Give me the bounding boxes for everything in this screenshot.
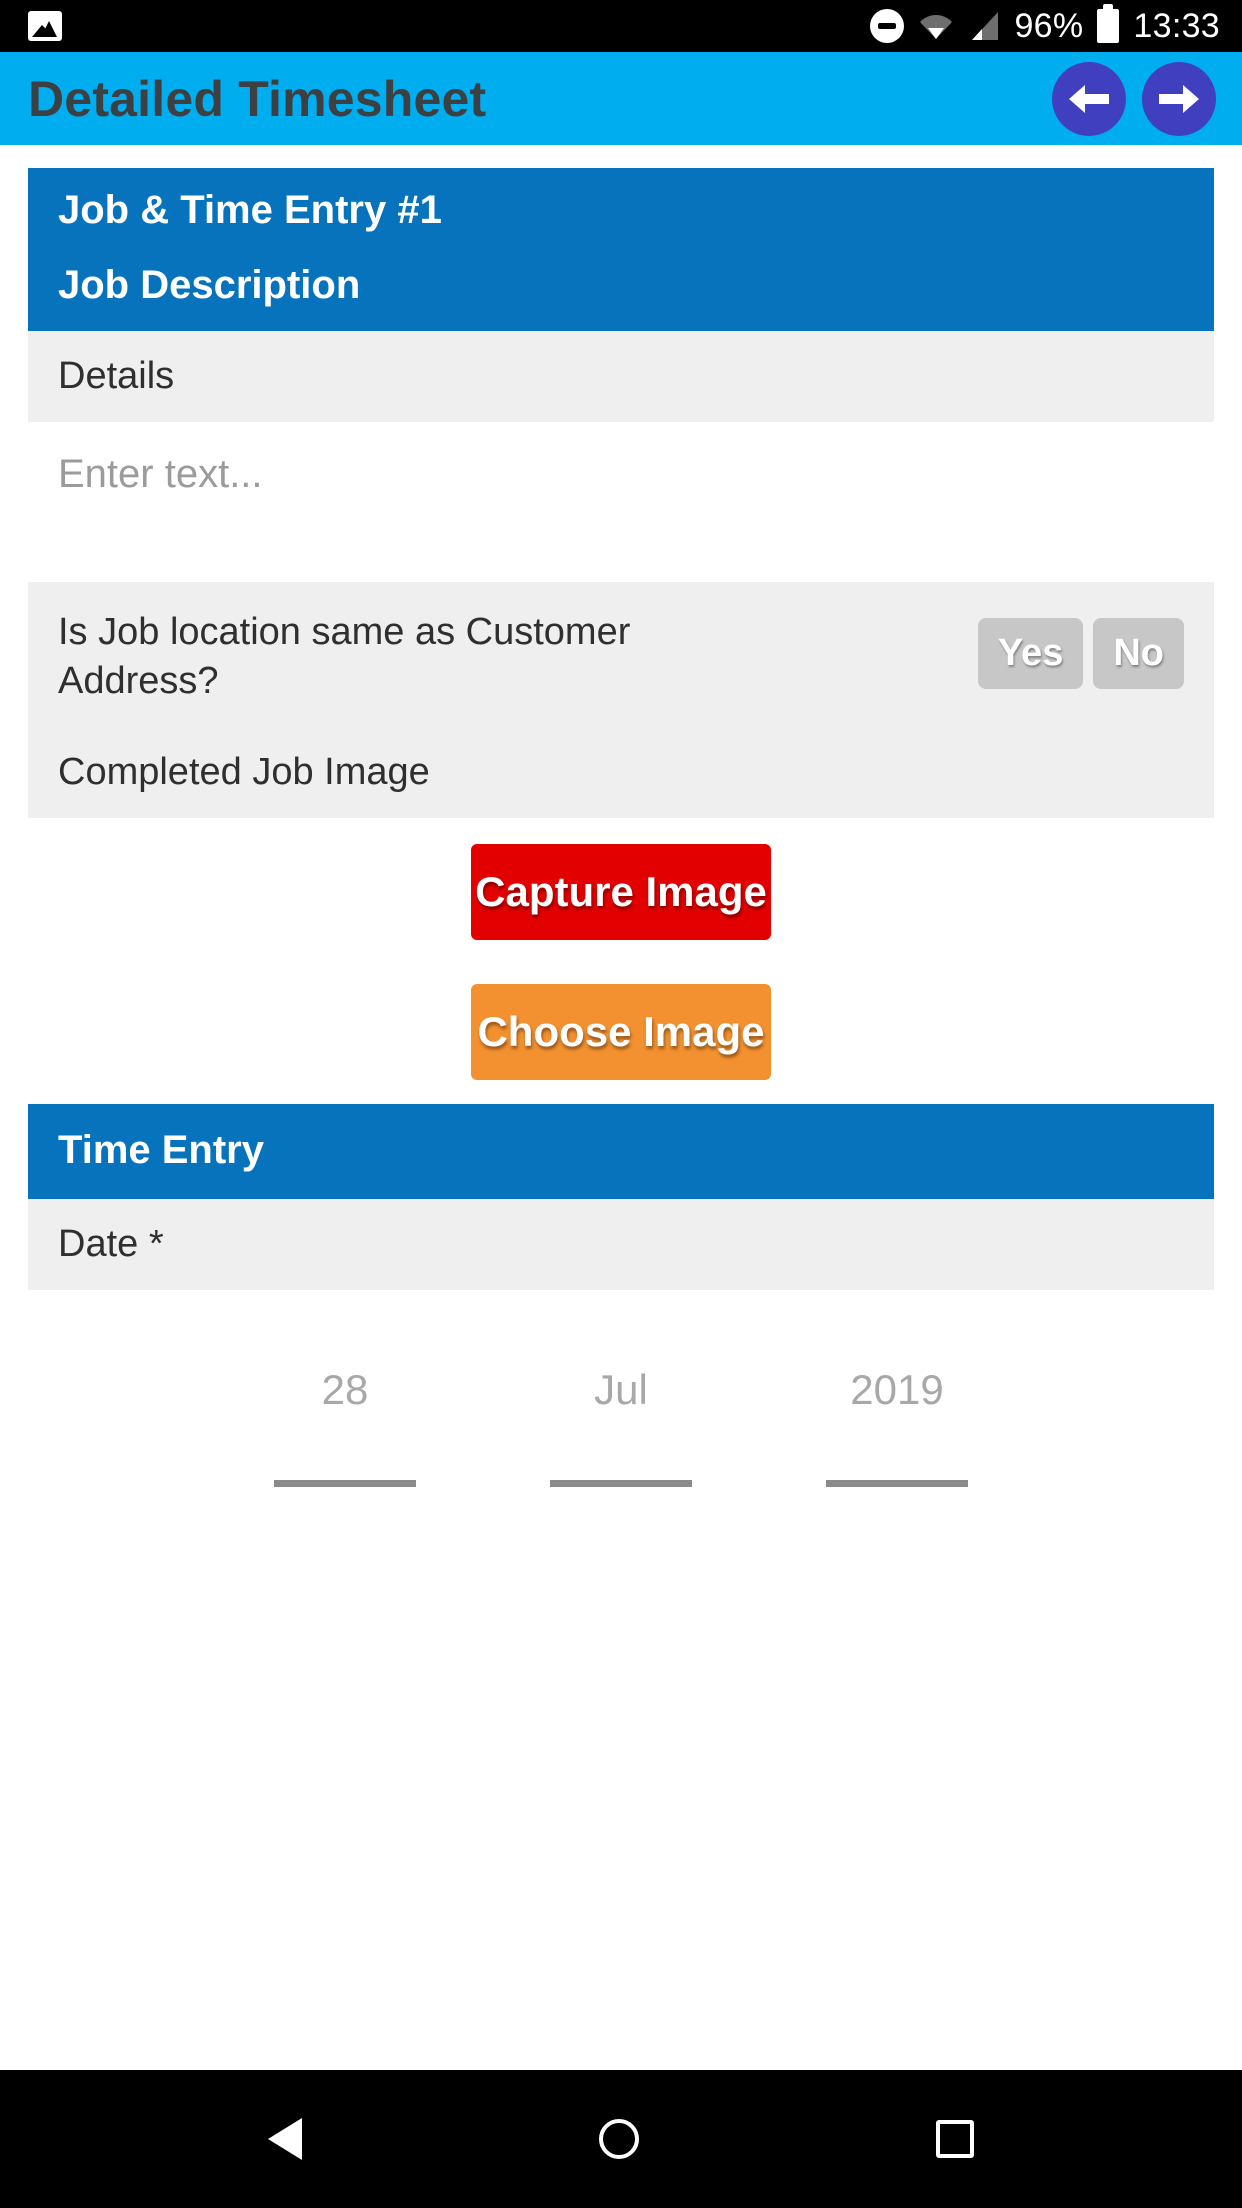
status-bar-right: 96% 13:33 [870, 4, 1220, 46]
cellular-signal-icon [972, 12, 999, 40]
details-input-wrapper[interactable]: Enter text... [28, 422, 1214, 582]
completed-job-image-label: Completed Job Image [58, 751, 430, 794]
choose-image-button[interactable]: Choose Image [471, 984, 771, 1081]
status-bar: 96% 13:33 [0, 0, 1242, 52]
battery-icon [1097, 4, 1120, 43]
next-entry-button[interactable] [1142, 61, 1216, 136]
date-picker-year-value[interactable]: 2019 [797, 1366, 997, 1414]
details-input[interactable]: Enter text... [58, 452, 1184, 497]
arrow-right-icon [1159, 84, 1199, 113]
date-picker-day-value[interactable]: 28 [245, 1366, 445, 1414]
date-label-row: Date * [28, 1199, 1214, 1291]
location-and-image-block: Is Job location same as Customer Address… [28, 582, 1214, 819]
status-bar-left [28, 11, 62, 41]
location-question-row: Is Job location same as Customer Address… [58, 608, 1184, 705]
clock-label: 13:33 [1133, 6, 1220, 45]
circle-home-icon[interactable] [598, 2119, 639, 2159]
time-entry-header: Time Entry [28, 1104, 1214, 1200]
date-picker-year-underline [826, 1480, 968, 1488]
job-time-entry-card: Job & Time Entry #1 Job Description Deta… [28, 168, 1214, 1530]
square-recents-icon[interactable] [935, 2120, 974, 2158]
card-header: Job & Time Entry #1 Job Description [28, 168, 1214, 331]
arrow-left-icon [1069, 84, 1109, 113]
location-yes-button[interactable]: Yes [977, 618, 1084, 689]
form-scroll-area[interactable]: Job & Time Entry #1 Job Description Deta… [0, 145, 1242, 1970]
capture-image-button[interactable]: Capture Image [471, 844, 771, 941]
date-picker-day-column[interactable]: 28 [245, 1366, 445, 1488]
do-not-disturb-icon [870, 9, 905, 43]
page-title: Detailed Timesheet [28, 70, 487, 127]
app-bar-actions [1052, 61, 1216, 136]
image-icon [28, 11, 62, 41]
details-label: Details [58, 355, 175, 397]
date-picker-year-column[interactable]: 2019 [797, 1366, 997, 1488]
system-navigation-bar [0, 2070, 1242, 2208]
location-no-button[interactable]: No [1093, 618, 1184, 689]
date-label: Date * [58, 1223, 164, 1266]
battery-percent-label: 96% [1014, 6, 1084, 45]
date-picker-month-underline [550, 1480, 692, 1488]
entry-title: Job & Time Entry #1 [58, 188, 442, 232]
date-picker-month-value[interactable]: Jul [521, 1366, 721, 1414]
location-answer-toggle: Yes No [977, 608, 1184, 689]
date-picker[interactable]: 28 Jul 2019 [28, 1290, 1214, 1530]
wifi-icon [920, 15, 953, 39]
time-entry-heading: Time Entry [58, 1128, 264, 1173]
date-picker-row: 28 Jul 2019 [28, 1366, 1214, 1488]
triangle-back-icon[interactable] [268, 2118, 303, 2160]
date-picker-day-underline [274, 1480, 416, 1488]
previous-entry-button[interactable] [1052, 61, 1126, 136]
job-description-heading: Job Description [58, 263, 361, 307]
image-buttons-area: Capture Image Choose Image [28, 818, 1214, 1105]
phone-screen: 96% 13:33 Detailed Timesheet Job & Time … [0, 0, 1242, 2208]
location-question-label: Is Job location same as Customer Address… [58, 611, 631, 702]
details-label-row: Details [28, 331, 1214, 422]
app-bar: Detailed Timesheet [0, 52, 1242, 145]
date-picker-month-column[interactable]: Jul [521, 1366, 721, 1488]
